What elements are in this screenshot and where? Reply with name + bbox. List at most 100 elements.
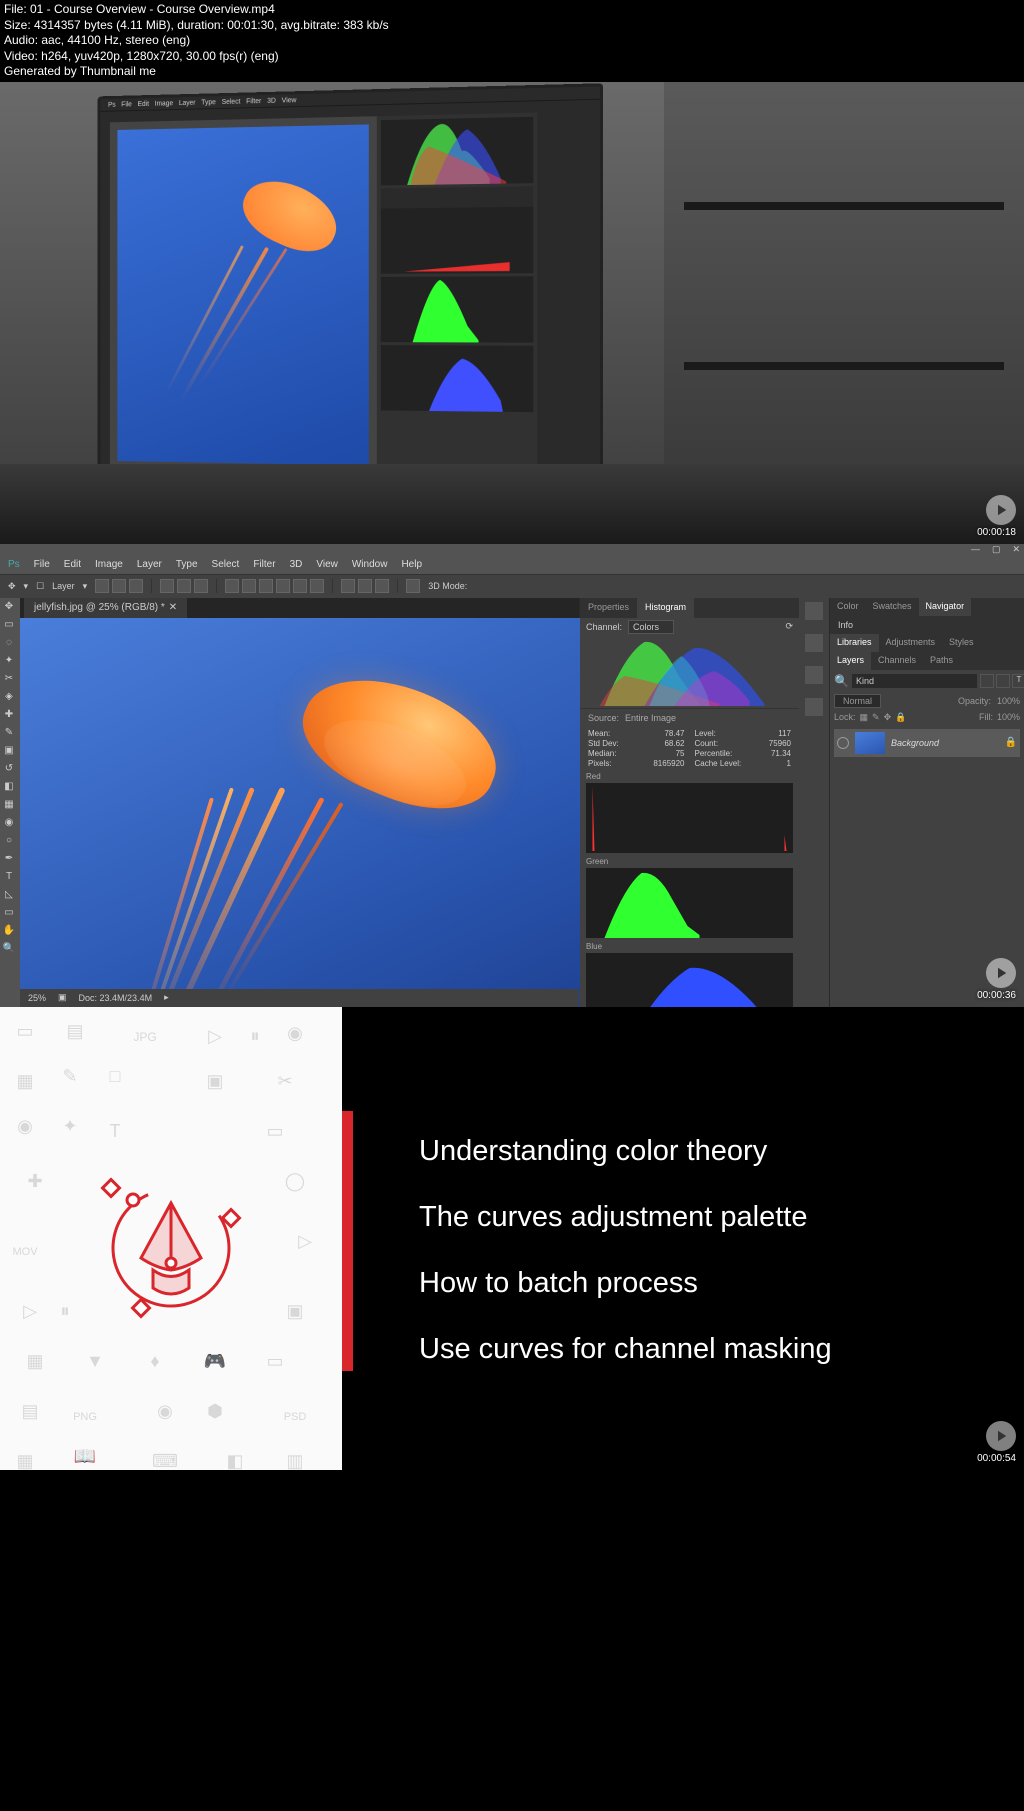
type-tool-icon[interactable]: T bbox=[0, 868, 18, 886]
histogram-colors bbox=[586, 636, 793, 706]
menu-type[interactable]: Type bbox=[176, 559, 198, 570]
thumbnail-frame-3: ▭▤JPG▷⏸◉ ▦✎□▣✂ ◉✦T▭ ✚◯ MOV▷ ▷⏸▣ ▦▼♦🎮▭ ▤P… bbox=[0, 1007, 1024, 1470]
play-icon[interactable] bbox=[986, 958, 1016, 988]
channels-tab[interactable]: Channels bbox=[871, 652, 923, 670]
color-tab[interactable]: Color bbox=[830, 598, 866, 616]
histogram-green-small bbox=[381, 276, 534, 342]
topic-2: The curves adjustment palette bbox=[419, 1201, 832, 1234]
jellyfish-canvas-small bbox=[117, 124, 368, 465]
topic-list: Understanding color theory The curves ad… bbox=[419, 1135, 832, 1366]
background-layer[interactable]: Background 🔒 bbox=[834, 729, 1020, 757]
menu-file[interactable]: File bbox=[34, 559, 50, 570]
libraries-tab[interactable]: Libraries bbox=[830, 634, 879, 652]
refresh-icon[interactable]: ⟳ bbox=[785, 621, 793, 632]
window-controls[interactable]: —▢✕ bbox=[971, 544, 1020, 555]
right-panels: Color Swatches Navigator Info Libraries … bbox=[829, 598, 1024, 1007]
menu-layer[interactable]: Layer bbox=[137, 559, 162, 570]
move-tool-icon[interactable]: ✥ bbox=[8, 581, 16, 592]
layer-filter[interactable] bbox=[852, 674, 977, 688]
navigator-tab[interactable]: Navigator bbox=[919, 598, 972, 616]
eraser-icon[interactable]: ◧ bbox=[0, 778, 18, 796]
accent-bar bbox=[342, 1111, 353, 1371]
meta-file: File: 01 - Course Overview - Course Over… bbox=[4, 2, 1020, 18]
zoom-icon[interactable]: 🔍 bbox=[0, 940, 18, 958]
blend-mode-select[interactable]: Normal bbox=[834, 694, 881, 708]
lock-transparent-icon[interactable]: ▦ bbox=[860, 712, 869, 723]
histogram-panel: Properties Histogram Channel: Colors ⟳ S… bbox=[579, 598, 799, 1007]
strip-icon-4[interactable] bbox=[805, 698, 823, 716]
timestamp-1: 00:00:18 bbox=[977, 527, 1016, 538]
marquee-tool-icon[interactable]: ▭ bbox=[0, 616, 18, 634]
pen-tool-icon[interactable]: ✒ bbox=[0, 850, 18, 868]
pen-tool-illustration bbox=[91, 1168, 251, 1328]
eyedropper-icon[interactable]: ◈ bbox=[0, 688, 18, 706]
adjustments-tab[interactable]: Adjustments bbox=[879, 634, 943, 652]
meta-size: Size: 4314357 bytes (4.11 MiB), duration… bbox=[4, 18, 1020, 34]
topic-3: How to batch process bbox=[419, 1267, 832, 1300]
thumbnail-frame-2: —▢✕ Ps File Edit Image Layer Type Select… bbox=[0, 544, 1024, 1007]
visibility-icon[interactable] bbox=[837, 737, 849, 749]
play-icon[interactable] bbox=[986, 495, 1016, 525]
document-tab[interactable]: jellyfish.jpg @ 25% (RGB/8) *✕ bbox=[24, 598, 187, 618]
menu-edit[interactable]: Edit bbox=[64, 559, 81, 570]
blur-icon[interactable]: ◉ bbox=[0, 814, 18, 832]
wand-tool-icon[interactable]: ✦ bbox=[0, 652, 18, 670]
swatches-tab[interactable]: Swatches bbox=[866, 598, 919, 616]
histogram-stats: Mean:78.47 Level:117 Std Dev:68.62 Count… bbox=[580, 727, 799, 770]
lasso-tool-icon[interactable]: ◌ bbox=[0, 634, 18, 652]
hand-tool-icon[interactable]: ✋ bbox=[0, 922, 18, 940]
menu-3d[interactable]: 3D bbox=[290, 559, 303, 570]
menu-select[interactable]: Select bbox=[212, 559, 240, 570]
histogram-tab[interactable]: Histogram bbox=[637, 598, 694, 618]
lock-all-icon[interactable]: 🔒 bbox=[895, 712, 906, 723]
stamp-tool-icon[interactable]: ▣ bbox=[0, 742, 18, 760]
strip-icon-3[interactable] bbox=[805, 666, 823, 684]
timestamp-3: 00:00:54 bbox=[977, 1453, 1016, 1464]
background-shelves bbox=[664, 82, 1024, 482]
path-icon[interactable]: ◺ bbox=[0, 886, 18, 904]
menu-image[interactable]: Image bbox=[95, 559, 123, 570]
dodge-icon[interactable]: ○ bbox=[0, 832, 18, 850]
menu-filter[interactable]: Filter bbox=[253, 559, 275, 570]
meta-gen: Generated by Thumbnail me bbox=[4, 64, 1020, 80]
menu-view[interactable]: View bbox=[316, 559, 338, 570]
menu-window[interactable]: Window bbox=[352, 559, 388, 570]
topic-1: Understanding color theory bbox=[419, 1135, 832, 1168]
strip-icon-2[interactable] bbox=[805, 634, 823, 652]
type-filter-icon[interactable]: T bbox=[1012, 674, 1024, 688]
history-brush-icon[interactable]: ↺ bbox=[0, 760, 18, 778]
play-icon[interactable] bbox=[986, 1421, 1016, 1451]
meta-audio: Audio: aac, 44100 Hz, stereo (eng) bbox=[4, 33, 1020, 49]
info-panel[interactable]: Info bbox=[830, 616, 1024, 634]
video-metadata: File: 01 - Course Overview - Course Over… bbox=[0, 0, 1024, 82]
lock-position-icon[interactable]: ✥ bbox=[884, 712, 892, 723]
panel-strip[interactable] bbox=[799, 598, 829, 1007]
options-bar[interactable]: ✥ ▾ ☐ Layer▾ 3D Mode: bbox=[0, 574, 1024, 598]
histogram-combined-small bbox=[381, 117, 534, 186]
layers-tab[interactable]: Layers bbox=[830, 652, 871, 670]
histogram-blue-small bbox=[381, 345, 534, 412]
properties-tab[interactable]: Properties bbox=[580, 598, 637, 618]
layer-thumbnail bbox=[855, 732, 885, 754]
brush-tool-icon[interactable]: ✎ bbox=[0, 724, 18, 742]
histogram-red-small bbox=[381, 207, 534, 274]
shape-icon[interactable]: ▭ bbox=[0, 904, 18, 922]
paths-tab[interactable]: Paths bbox=[923, 652, 960, 670]
channel-select[interactable]: Colors bbox=[628, 620, 674, 634]
status-bar: 25% ▣ Doc: 23.4M/23.4M ▸ bbox=[20, 989, 579, 1007]
layers-panel: 🔍 T Normal Opacity:100% Lock: ▦ ✎ ✥ 🔒 Fi… bbox=[830, 670, 1024, 761]
menu-bar[interactable]: Ps File Edit Image Layer Type Select Fil… bbox=[0, 556, 1024, 574]
strip-icon-1[interactable] bbox=[805, 602, 823, 620]
topic-4: Use curves for channel masking bbox=[419, 1333, 832, 1366]
crop-tool-icon[interactable]: ✂ bbox=[0, 670, 18, 688]
healing-icon[interactable]: ✚ bbox=[0, 706, 18, 724]
histogram-green bbox=[586, 868, 793, 938]
lock-badge-icon: 🔒 bbox=[1005, 737, 1017, 748]
menu-help[interactable]: Help bbox=[401, 559, 422, 570]
lock-pixels-icon[interactable]: ✎ bbox=[872, 712, 880, 723]
gradient-icon[interactable]: ▦ bbox=[0, 796, 18, 814]
close-tab-icon[interactable]: ✕ bbox=[169, 602, 177, 613]
styles-tab[interactable]: Styles bbox=[942, 634, 981, 652]
tools-panel[interactable]: ✥ ▭ ◌ ✦ ✂ ◈ ✚ ✎ ▣ ↺ ◧ ▦ ◉ ○ ✒ T ◺ ▭ ✋ 🔍 bbox=[0, 598, 20, 1007]
move-tool-icon[interactable]: ✥ bbox=[0, 598, 18, 616]
